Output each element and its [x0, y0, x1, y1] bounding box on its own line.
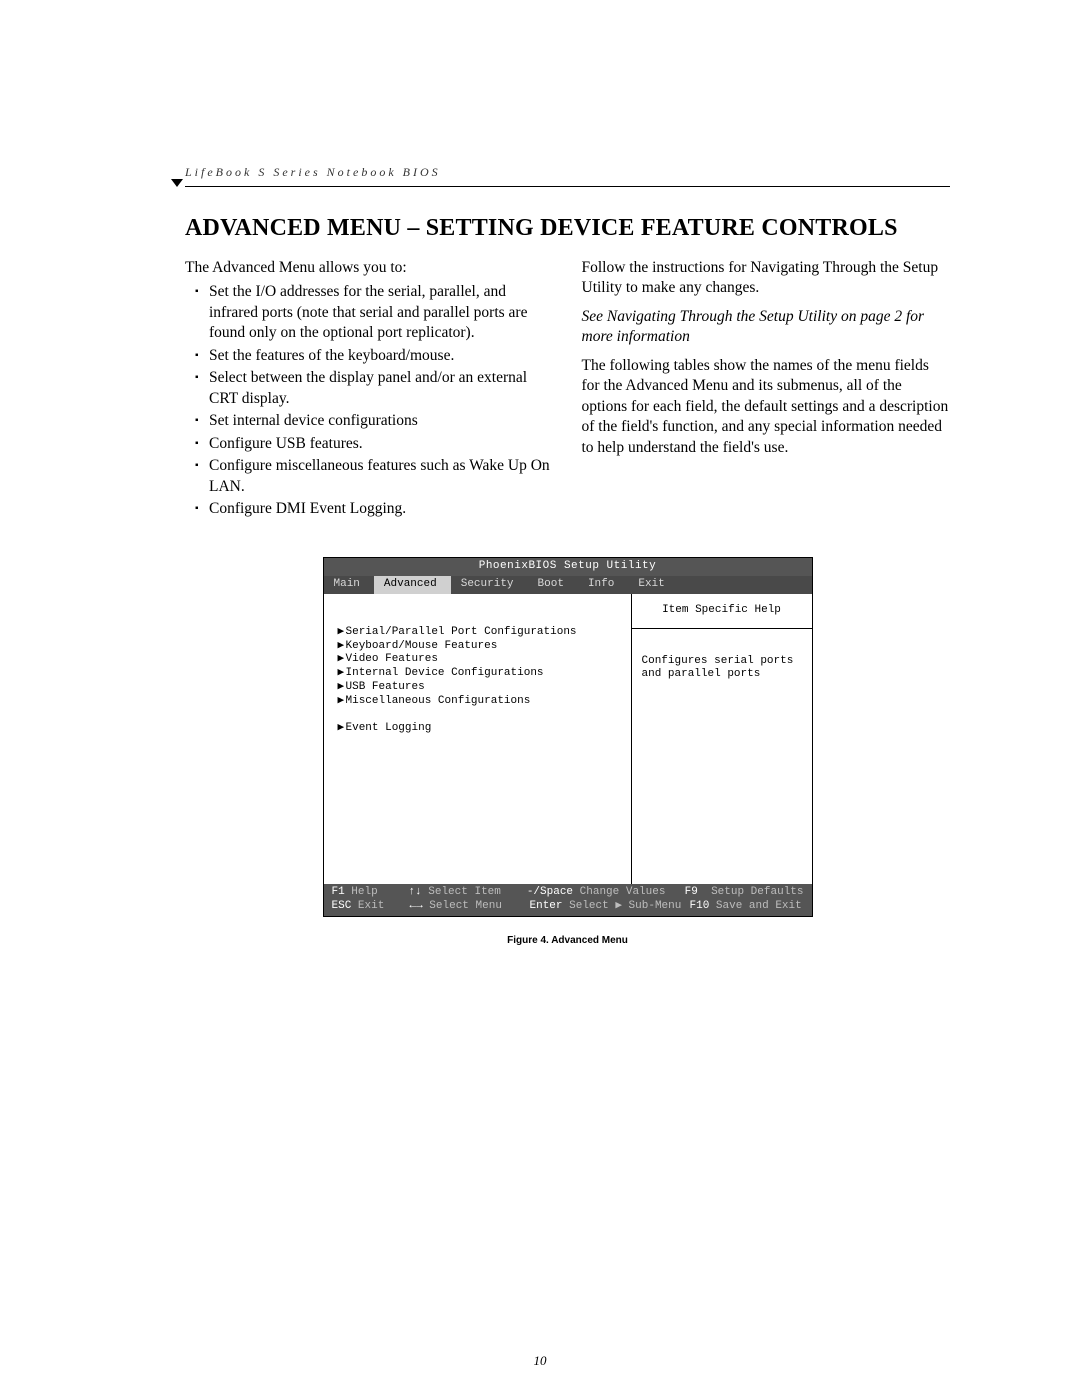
key-desc: Help	[345, 886, 378, 898]
figure-caption: Figure 4. Advanced Menu	[323, 935, 813, 946]
bios-menu-label: Event Logging	[346, 722, 432, 734]
key-label: ↑↓	[408, 886, 421, 898]
bios-body: ▶Serial/Parallel Port Configurations ▶Ke…	[324, 594, 812, 884]
paragraph: Follow the instructions for Navigating T…	[582, 258, 951, 299]
bios-menu-item[interactable]: ▶Serial/Parallel Port Configurations	[338, 626, 619, 640]
key-desc: Setup Defaults	[698, 886, 804, 898]
page-number: 10	[0, 1353, 1080, 1369]
triangle-right-icon: ▶	[338, 681, 346, 695]
triangle-right-icon: ▶	[338, 695, 346, 709]
bios-menu-item[interactable]: ▶USB Features	[338, 681, 619, 695]
paragraph: The following tables show the names of t…	[582, 356, 951, 458]
bios-menu-label: Video Features	[346, 653, 438, 665]
list-item: Set the I/O addresses for the serial, pa…	[195, 282, 554, 343]
tab-main[interactable]: Main	[324, 576, 374, 594]
cross-reference: See Navigating Through the Setup Utility…	[582, 307, 951, 348]
bios-window: PhoenixBIOS Setup Utility Main Advanced …	[323, 557, 813, 917]
bios-figure: PhoenixBIOS Setup Utility Main Advanced …	[323, 557, 813, 946]
page-title: ADVANCED MENU – SETTING DEVICE FEATURE C…	[185, 215, 950, 242]
key-label: -/Space	[527, 886, 573, 898]
list-item: Set the features of the keyboard/mouse.	[195, 346, 554, 366]
bios-menu-label: Keyboard/Mouse Features	[346, 640, 498, 652]
bios-help-pane: Item Specific Help Configures serial por…	[632, 594, 812, 884]
bios-menu-item[interactable]: ▶Internal Device Configurations	[338, 667, 619, 681]
bios-tab-bar: Main Advanced Security Boot Info Exit	[324, 576, 812, 594]
intro-text: The Advanced Menu allows you to:	[185, 258, 554, 278]
list-item: Set internal device configurations	[195, 411, 554, 431]
key-desc: Save and Exit	[709, 900, 801, 912]
left-column: The Advanced Menu allows you to: Set the…	[185, 258, 554, 521]
bios-help-title: Item Specific Help	[632, 594, 812, 629]
bios-menu-item[interactable]: ▶Keyboard/Mouse Features	[338, 640, 619, 654]
bios-menu-pane: ▶Serial/Parallel Port Configurations ▶Ke…	[324, 594, 632, 884]
key-label: Enter	[530, 900, 563, 912]
bios-footer: F1 Help ↑↓ Select Item -/Space Change Va…	[324, 884, 812, 917]
running-head: LifeBook S Series Notebook BIOS	[185, 165, 950, 187]
tab-exit[interactable]: Exit	[628, 576, 678, 594]
key-label: F9	[685, 886, 698, 898]
bios-menu-spacer	[338, 708, 619, 722]
body-columns: The Advanced Menu allows you to: Set the…	[185, 258, 950, 521]
feature-list: Set the I/O addresses for the serial, pa…	[185, 282, 554, 519]
list-item: Configure miscellaneous features such as…	[195, 456, 554, 497]
key-label: F10	[690, 900, 710, 912]
tab-boot[interactable]: Boot	[528, 576, 578, 594]
bios-help-text: Configures serial ports and parallel por…	[632, 629, 812, 693]
key-desc: Change Values	[573, 886, 665, 898]
bios-menu-label: Serial/Parallel Port Configurations	[346, 626, 577, 638]
triangle-right-icon: ▶	[338, 653, 346, 667]
triangle-right-icon: ▶	[338, 626, 346, 640]
triangle-right-icon: ▶	[338, 640, 346, 654]
triangle-right-icon: ▶	[338, 722, 346, 736]
list-item: Select between the display panel and/or …	[195, 368, 554, 409]
bios-title-bar: PhoenixBIOS Setup Utility	[324, 558, 812, 576]
bios-menu-item[interactable]: ▶Event Logging	[338, 722, 619, 736]
list-item: Configure USB features.	[195, 434, 554, 454]
bios-menu-label: USB Features	[346, 681, 425, 693]
key-label: ESC	[332, 900, 352, 912]
triangle-right-icon: ▶	[338, 667, 346, 681]
bios-menu-label: Internal Device Configurations	[346, 667, 544, 679]
key-desc: Exit	[351, 900, 384, 912]
key-desc: Select Item	[422, 886, 501, 898]
list-item: Configure DMI Event Logging.	[195, 499, 554, 519]
bios-menu-item[interactable]: ▶Video Features	[338, 653, 619, 667]
right-column: Follow the instructions for Navigating T…	[582, 258, 951, 521]
tab-advanced[interactable]: Advanced	[374, 576, 451, 594]
bios-menu-label: Miscellaneous Configurations	[346, 695, 531, 707]
key-label: ←→	[410, 900, 423, 912]
key-desc: Select Menu	[423, 900, 502, 912]
key-label: F1	[332, 886, 345, 898]
bios-menu-item[interactable]: ▶Miscellaneous Configurations	[338, 695, 619, 709]
tab-info[interactable]: Info	[578, 576, 628, 594]
tab-security[interactable]: Security	[451, 576, 528, 594]
key-desc: Select ▶ Sub-Menu	[563, 900, 682, 912]
